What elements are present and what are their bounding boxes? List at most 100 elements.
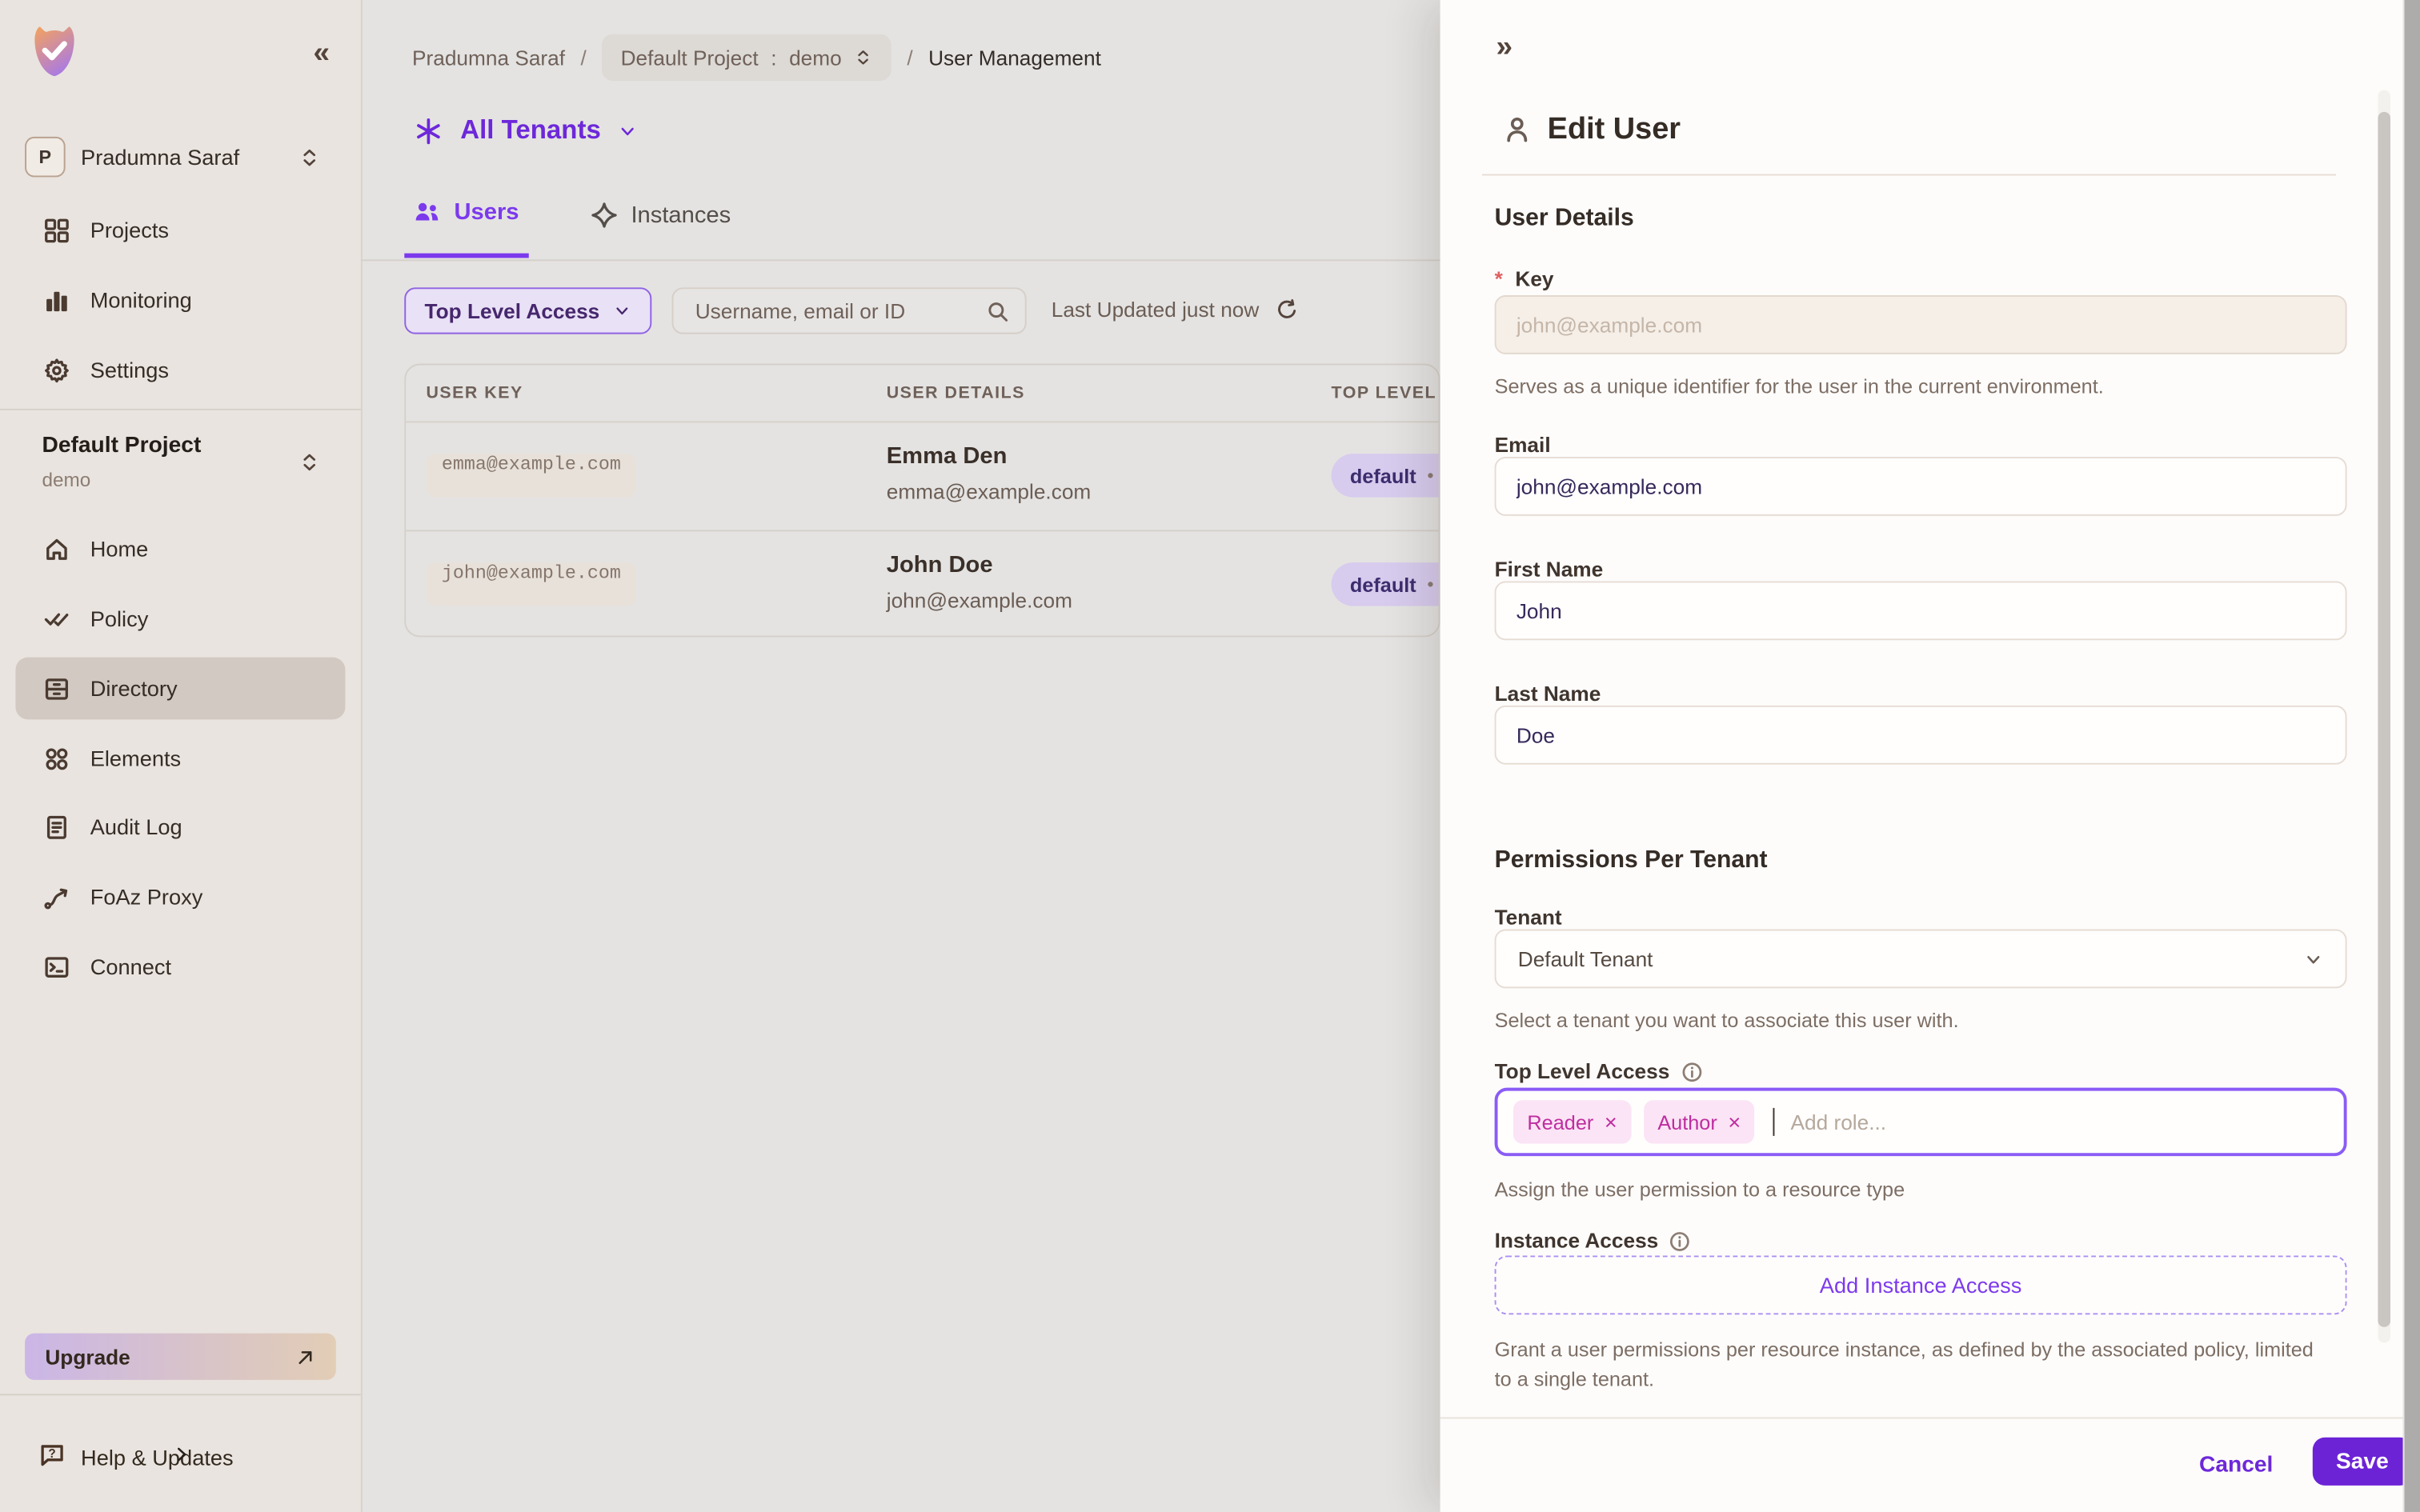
section-user-details: User Details: [1495, 205, 1634, 233]
collapse-drawer-icon[interactable]: »: [1496, 31, 1510, 66]
top-level-access-label: Top Level Access: [1495, 1060, 1703, 1083]
account-name: Pradumna Saraf: [81, 145, 239, 170]
table-row[interactable]: emma@example.com Emma Den emma@example.c…: [406, 422, 1438, 531]
breadcrumb: Pradumna Saraf / Default Project : demo …: [412, 34, 1101, 81]
sidebar-item-label: Policy: [90, 606, 149, 631]
sparkle-diamond-icon: [591, 202, 617, 228]
chevron-down-icon: [618, 121, 638, 141]
cancel-button[interactable]: Cancel: [2184, 1443, 2289, 1486]
window-scrollbar[interactable]: [2403, 0, 2420, 1512]
person-icon: [1502, 115, 1532, 145]
role-tag-reader: Reader ×: [1513, 1100, 1631, 1143]
sidebar-item-projects[interactable]: Projects: [15, 199, 345, 262]
sidebar-item-audit-log[interactable]: Audit Log: [15, 796, 345, 858]
add-role-input[interactable]: [1788, 1109, 2329, 1135]
column-top-level-access: TOP LEVEL ACC: [1332, 384, 1440, 402]
tab-label: Users: [454, 199, 519, 226]
asterisk-icon: [414, 116, 443, 146]
instance-helper-text: Grant a user permissions per resource in…: [1495, 1336, 2334, 1394]
required-mark: *: [1495, 267, 1503, 290]
badge-tenant: default: [1350, 573, 1416, 596]
drawer-divider: [1482, 174, 2336, 176]
email-field[interactable]: [1495, 457, 2347, 516]
sidebar-item-monitoring[interactable]: Monitoring: [15, 269, 345, 331]
search-icon[interactable]: [986, 299, 1009, 322]
tenant-select-value: Default Tenant: [1518, 947, 1653, 970]
tab-users[interactable]: Users: [404, 199, 528, 258]
table-row[interactable]: john@example.com John Doe john@example.c…: [406, 531, 1438, 637]
circles-icon: [42, 745, 70, 771]
grid-icon: [42, 217, 70, 243]
first-name-field[interactable]: [1495, 581, 2347, 640]
key-field: [1495, 295, 2347, 354]
text-cursor: [1773, 1108, 1775, 1136]
sidebar-item-label: Directory: [90, 676, 178, 701]
sidebar-item-connect[interactable]: Connect: [15, 935, 345, 998]
drawer-scrollbar-thumb[interactable]: [2378, 112, 2390, 1327]
sidebar-item-settings[interactable]: Settings: [15, 338, 345, 401]
key-field-label: * Key: [1495, 267, 1554, 290]
breadcrumb-project-selector[interactable]: Default Project : demo: [602, 34, 891, 81]
add-instance-access-label: Add Instance Access: [1820, 1273, 2022, 1298]
sidebar-item-elements[interactable]: Elements: [15, 727, 345, 790]
key-helper-text: Serves as a unique identifier for the us…: [1495, 373, 2104, 402]
sidebar-item-home[interactable]: Home: [15, 518, 345, 580]
label-text: Key: [1515, 267, 1553, 290]
gear-icon: [42, 357, 70, 383]
upgrade-button[interactable]: Upgrade: [25, 1334, 336, 1380]
avatar: P: [25, 137, 66, 178]
column-user-details: USER DETAILS: [887, 384, 1025, 402]
current-project-name: Default Project: [42, 434, 201, 458]
add-instance-access-button[interactable]: Add Instance Access: [1495, 1255, 2347, 1314]
sidebar-item-policy[interactable]: Policy: [15, 587, 345, 650]
save-button[interactable]: Save: [2313, 1438, 2412, 1486]
breadcrumb-colon: :: [771, 46, 776, 69]
last-updated-status: Last Updated just now: [1052, 298, 1298, 322]
collapse-sidebar-icon[interactable]: «: [313, 38, 327, 72]
breadcrumb-page: User Management: [928, 46, 1101, 69]
role-tag-label: Reader: [1527, 1110, 1593, 1134]
badge-dot: •: [1427, 574, 1433, 595]
refresh-icon[interactable]: [1275, 298, 1298, 322]
help-updates-button[interactable]: ? Help & Updates: [0, 1426, 361, 1489]
sidebar-item-label: Elements: [90, 746, 181, 770]
current-project-env: demo: [42, 470, 90, 491]
last-name-field-label: Last Name: [1495, 682, 1601, 706]
tab-label: Instances: [631, 202, 731, 228]
info-icon[interactable]: [1681, 1061, 1702, 1082]
info-icon[interactable]: [1669, 1230, 1691, 1251]
route-icon: [42, 883, 70, 910]
permit-logo-icon[interactable]: [25, 22, 84, 81]
archive-icon: [42, 675, 70, 702]
role-tag-author: Author ×: [1644, 1100, 1755, 1143]
arrow-up-right-icon: [295, 1346, 315, 1366]
user-key-pill: emma@example.com: [426, 454, 636, 497]
label-text: Top Level Access: [1495, 1060, 1670, 1083]
remove-tag-icon[interactable]: ×: [1605, 1111, 1617, 1133]
sidebar-item-foaz-proxy[interactable]: FoAz Proxy: [15, 866, 345, 928]
sidebar-item-label: Projects: [90, 218, 169, 242]
last-name-field[interactable]: [1495, 706, 2347, 765]
account-switcher[interactable]: P Pradumna Saraf: [0, 134, 361, 183]
sidebar-item-label: Connect: [90, 954, 171, 979]
home-icon: [42, 535, 70, 562]
edit-user-drawer: » Edit User User Details * Key Serves as…: [1440, 0, 2420, 1512]
user-name: Emma Den: [887, 443, 1008, 470]
breadcrumb-owner[interactable]: Pradumna Saraf: [412, 46, 565, 69]
tab-instances[interactable]: Instances: [581, 199, 740, 258]
remove-tag-icon[interactable]: ×: [1728, 1111, 1741, 1133]
tab-bar: Users Instances: [404, 199, 740, 258]
role-tags-input[interactable]: Reader × Author ×: [1495, 1088, 2347, 1156]
user-key-pill: john@example.com: [426, 562, 636, 606]
sidebar-item-directory[interactable]: Directory: [15, 658, 345, 720]
sidebar-divider: [0, 1394, 361, 1395]
project-selector-icon[interactable]: [298, 450, 320, 474]
label-text: Instance Access: [1495, 1229, 1659, 1252]
role-tag-label: Author: [1657, 1110, 1717, 1134]
tenant-select[interactable]: Default Tenant: [1495, 930, 2347, 989]
selector-icon: [298, 146, 320, 170]
sidebar-divider: [0, 409, 361, 410]
top-level-access-filter-dropdown[interactable]: Top Level Access: [404, 287, 651, 334]
tenant-filter[interactable]: All Tenants: [414, 109, 639, 152]
search-input[interactable]: [692, 298, 986, 324]
